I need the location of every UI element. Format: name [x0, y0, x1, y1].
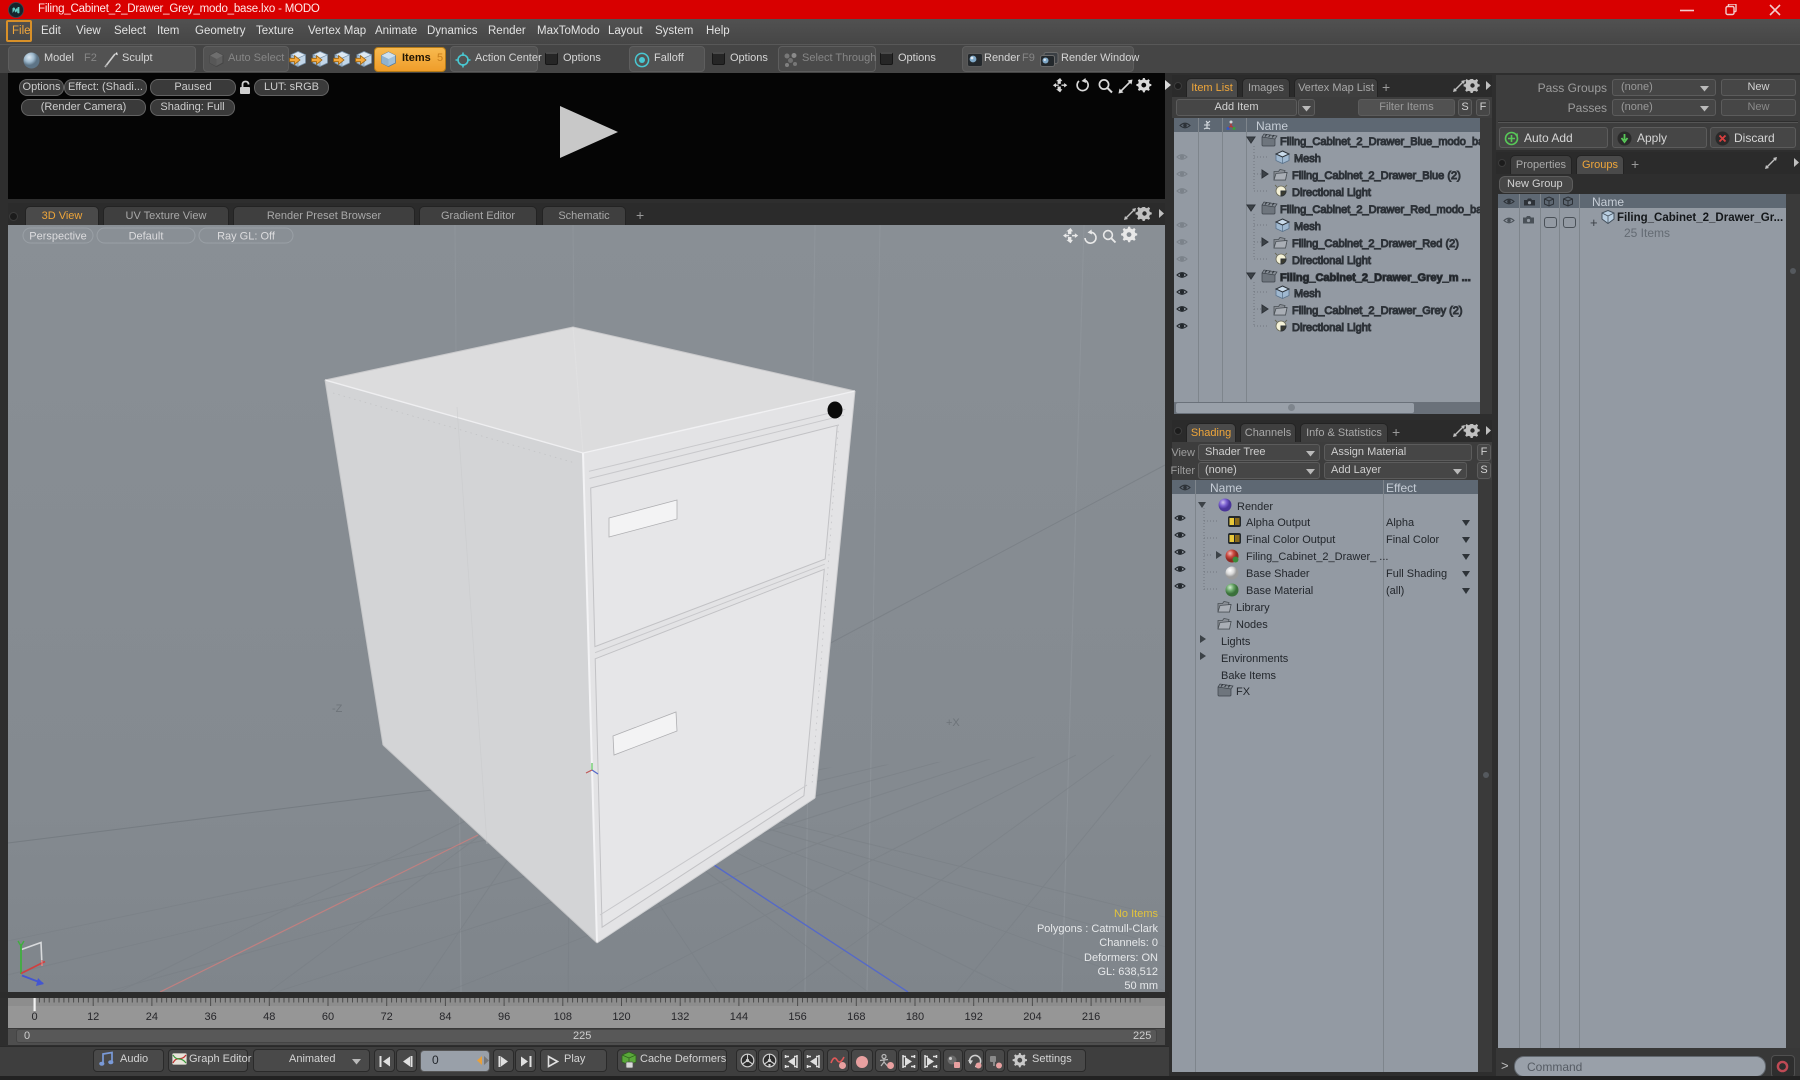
svg-text:No Items: No Items	[1114, 908, 1159, 920]
svg-text:Directional Light: Directional Light	[1292, 322, 1371, 334]
svg-text:Default: Default	[129, 231, 164, 243]
svg-text:Full Shading: Full Shading	[1386, 568, 1447, 580]
svg-text:156: 156	[788, 1011, 806, 1023]
svg-text:Render: Render	[1237, 501, 1273, 513]
svg-text:+X: +X	[946, 717, 960, 729]
svg-text:120: 120	[612, 1011, 630, 1023]
svg-text:Nodes: Nodes	[1236, 619, 1268, 631]
svg-text:GL: 638,512: GL: 638,512	[1097, 966, 1158, 978]
svg-text:132: 132	[671, 1011, 689, 1023]
svg-text:Filing_Cabinet_2_Drawer_ ...: Filing_Cabinet_2_Drawer_ ...	[1246, 551, 1388, 563]
svg-text:144: 144	[730, 1011, 748, 1023]
svg-text:Mesh: Mesh	[1294, 153, 1321, 165]
svg-text:Base Material: Base Material	[1246, 585, 1313, 597]
svg-text:-Z: -Z	[332, 703, 343, 715]
svg-text:Filing_Cabinet_2_Drawer_Red_mo: Filing_Cabinet_2_Drawer_Red_modo_ba ...	[1280, 204, 1480, 216]
svg-text:Final Color: Final Color	[1386, 534, 1440, 546]
svg-text:Channels: 0: Channels: 0	[1099, 937, 1158, 949]
svg-text:192: 192	[965, 1011, 983, 1023]
svg-text:12: 12	[87, 1011, 99, 1023]
svg-text:72: 72	[381, 1011, 393, 1023]
svg-text:Library: Library	[1236, 602, 1270, 614]
svg-text:Ray GL: Off: Ray GL: Off	[217, 231, 276, 243]
svg-text:Filing_Cabinet_2_Drawer_Grey_m: Filing_Cabinet_2_Drawer_Grey_m ...	[1280, 272, 1471, 284]
svg-text:Filing_Cabinet_2_Drawer_Blue (: Filing_Cabinet_2_Drawer_Blue (2)	[1292, 170, 1461, 182]
svg-text:Base Shader: Base Shader	[1246, 568, 1310, 580]
svg-text:216: 216	[1082, 1011, 1100, 1023]
svg-text:60: 60	[322, 1011, 334, 1023]
svg-text:Directional Light: Directional Light	[1292, 187, 1371, 199]
svg-text:Filing_Cabinet_2_Drawer_Grey (: Filing_Cabinet_2_Drawer_Grey (2)	[1292, 305, 1463, 317]
svg-text:Filing_Cabinet_2_Drawer_Red (2: Filing_Cabinet_2_Drawer_Red (2)	[1292, 238, 1459, 250]
svg-text:96: 96	[498, 1011, 510, 1023]
svg-text:204: 204	[1023, 1011, 1041, 1023]
svg-text:24: 24	[146, 1011, 158, 1023]
svg-text:(all): (all)	[1386, 585, 1404, 597]
svg-text:50 mm: 50 mm	[1124, 980, 1158, 992]
svg-text:FX: FX	[1236, 686, 1251, 698]
svg-text:Alpha: Alpha	[1386, 517, 1415, 529]
svg-text:Polygons : Catmull-Clark: Polygons : Catmull-Clark	[1037, 923, 1159, 935]
svg-text:0: 0	[31, 1011, 37, 1023]
svg-text:Perspective: Perspective	[29, 231, 86, 243]
svg-text:Environments: Environments	[1221, 653, 1289, 665]
svg-text:Directional Light: Directional Light	[1292, 255, 1371, 267]
svg-text:Deformers: ON: Deformers: ON	[1084, 952, 1158, 964]
svg-text:Final Color Output: Final Color Output	[1246, 534, 1335, 546]
svg-text:Bake Items: Bake Items	[1221, 670, 1277, 682]
svg-text:36: 36	[204, 1011, 216, 1023]
svg-text:Lights: Lights	[1221, 636, 1251, 648]
svg-text:Mesh: Mesh	[1294, 288, 1321, 300]
svg-text:Mesh: Mesh	[1294, 221, 1321, 233]
svg-text:168: 168	[847, 1011, 865, 1023]
svg-text:180: 180	[906, 1011, 924, 1023]
svg-text:48: 48	[263, 1011, 275, 1023]
svg-text:Filing_Cabinet_2_Drawer_Blue_m: Filing_Cabinet_2_Drawer_Blue_modo_ba ...	[1280, 136, 1480, 148]
svg-text:84: 84	[439, 1011, 451, 1023]
svg-text:Alpha Output: Alpha Output	[1246, 517, 1310, 529]
svg-text:108: 108	[554, 1011, 572, 1023]
